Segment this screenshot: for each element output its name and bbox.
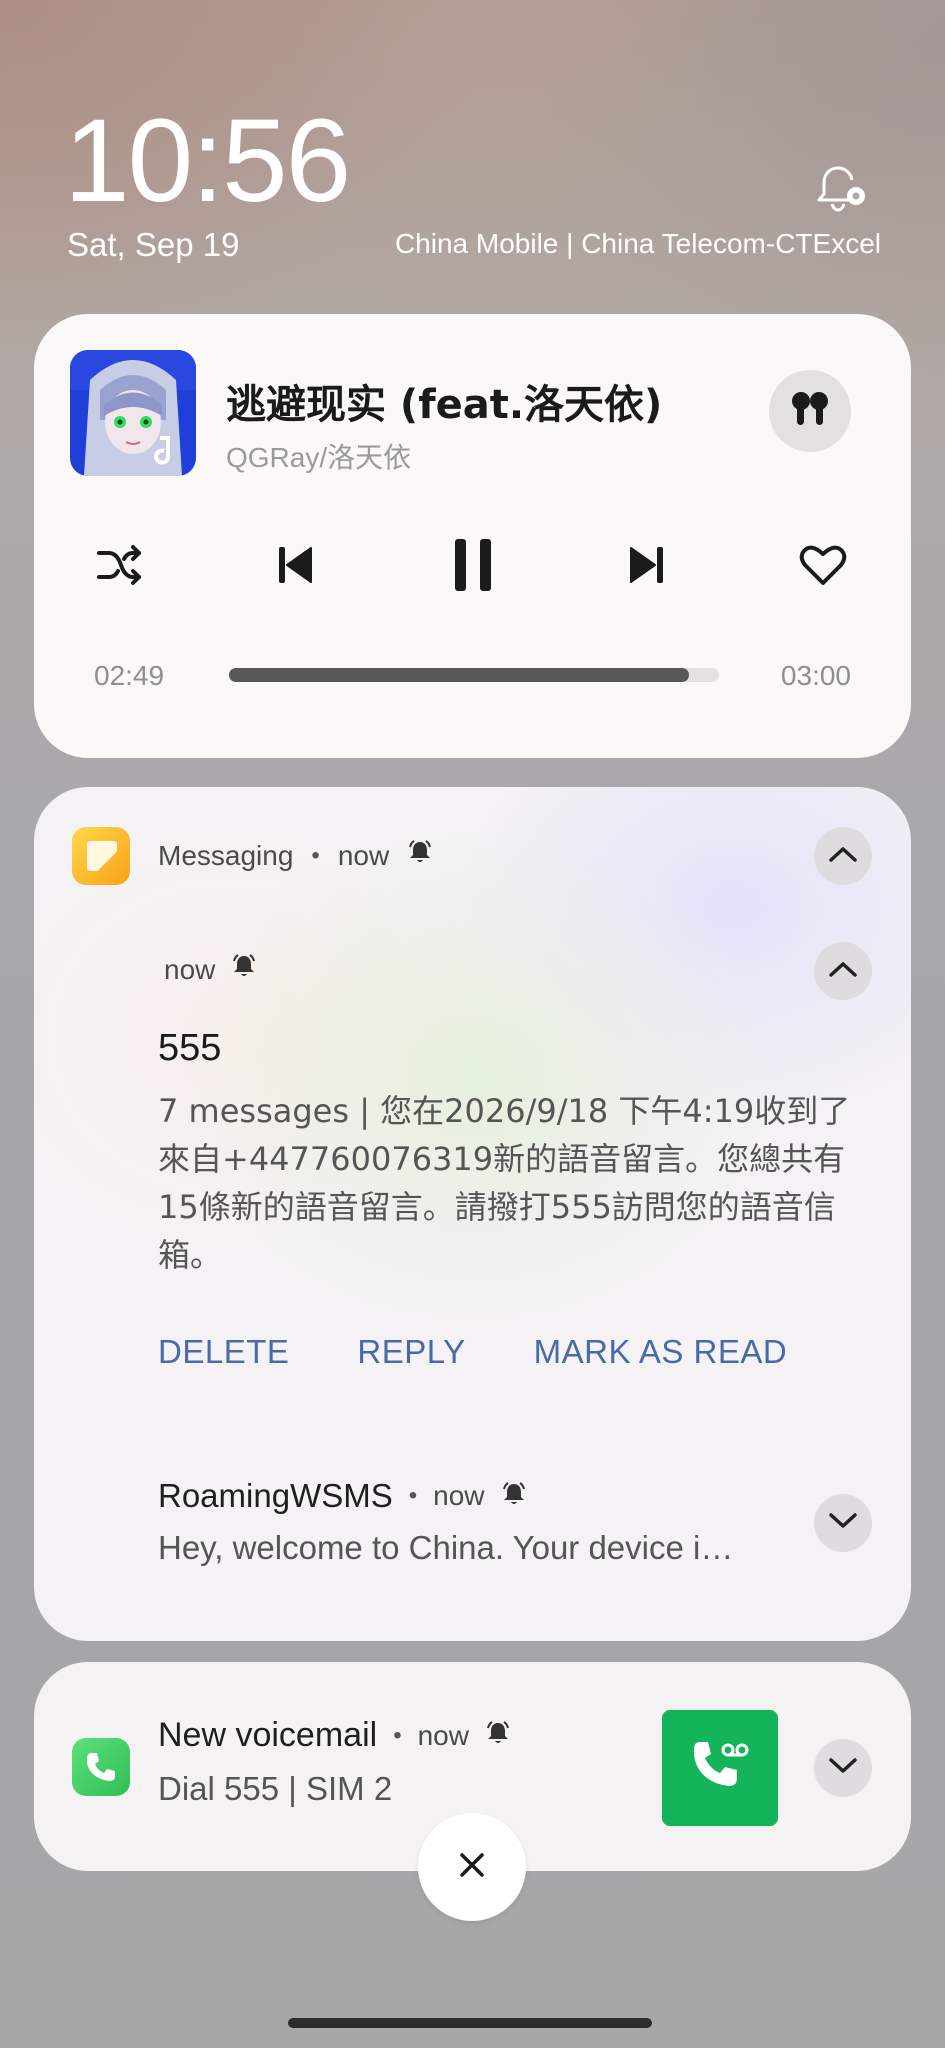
thread-header: now <box>164 953 257 986</box>
messaging-app-icon <box>72 827 130 885</box>
heart-icon <box>799 543 847 592</box>
pause-button[interactable] <box>438 532 508 602</box>
collapse-thread-button[interactable] <box>814 942 872 1000</box>
collapse-group-button[interactable] <box>814 827 872 885</box>
chevron-up-icon <box>828 960 858 983</box>
roaming-header: RoamingWSMS • now <box>158 1477 527 1515</box>
message-body: 7 messages | 您在2026/9/18 下午4:19收到了來自+447… <box>158 1092 851 1274</box>
alert-bell-icon <box>501 1481 527 1512</box>
expand-voicemail-button[interactable] <box>814 1739 872 1797</box>
favorite-button[interactable] <box>788 532 858 602</box>
album-art[interactable] <box>70 350 196 476</box>
total-time: 03:00 <box>780 660 851 691</box>
delete-button[interactable]: DELETE <box>158 1333 289 1371</box>
thread-time: now <box>164 953 216 985</box>
shuffle-icon <box>95 543 143 592</box>
home-indicator[interactable] <box>288 2018 652 2028</box>
alert-bell-icon <box>407 839 433 872</box>
separator-dot: • <box>311 841 320 869</box>
playback-progress-fill <box>229 668 690 682</box>
voicemail-call-icon <box>688 1734 752 1803</box>
chevron-down-icon <box>828 1512 858 1535</box>
previous-track-button[interactable] <box>260 532 330 602</box>
chevron-up-icon <box>828 845 858 868</box>
roaming-preview: Hey, welcome to China. Your device i… <box>158 1529 734 1566</box>
notification-settings-icon[interactable] <box>812 160 868 216</box>
voicemail-time: now <box>417 1719 469 1751</box>
playback-progress-bar[interactable] <box>229 668 719 682</box>
voicemail-header: New voicemail • now <box>158 1716 511 1755</box>
chevron-down-icon <box>828 1757 858 1780</box>
lockscreen-clock: 10:56 <box>64 95 351 227</box>
earbuds-icon <box>788 389 832 434</box>
mark-as-read-button[interactable]: MARK AS READ <box>534 1333 788 1371</box>
roaming-time: now <box>433 1480 485 1511</box>
alert-bell-icon <box>231 953 257 986</box>
roaming-sender: RoamingWSMS <box>158 1477 393 1514</box>
notification-actions: DELETE REPLY MARK AS READ <box>158 1333 787 1371</box>
pause-icon <box>451 537 495 598</box>
voicemail-title: New voicemail <box>158 1716 378 1754</box>
reply-button[interactable]: REPLY <box>357 1333 465 1371</box>
shuffle-button[interactable] <box>84 532 154 602</box>
separator-dot: • <box>393 1721 402 1749</box>
media-player-card: 逃避现实 (feat.洛天依) QGRay/洛天依 02:49 03:00 <box>34 314 911 758</box>
clear-all-button[interactable] <box>418 1813 526 1921</box>
song-artist: QGRay/洛天依 <box>226 442 412 473</box>
lockscreen-date: Sat, Sep 19 <box>67 226 240 263</box>
phone-app-icon <box>72 1738 130 1796</box>
messaging-notification-card[interactable]: Messaging • now now 555 7 messages | 您在2… <box>34 787 911 1641</box>
expand-roaming-button[interactable] <box>814 1494 872 1552</box>
voicemail-subtitle: Dial 555 | SIM 2 <box>158 1770 393 1807</box>
song-title: 逃避现实 (feat.洛天依) <box>226 382 663 428</box>
previous-icon <box>275 545 315 590</box>
close-icon <box>457 1850 487 1885</box>
next-track-button[interactable] <box>612 532 682 602</box>
app-name: Messaging <box>158 839 294 871</box>
elapsed-time: 02:49 <box>94 660 165 691</box>
message-sender: 555 <box>158 1027 222 1069</box>
notification-time: now <box>337 839 390 871</box>
messaging-header: Messaging • now <box>158 839 433 872</box>
carrier-names: China Mobile | China Telecom-CTExcel <box>394 228 881 259</box>
call-voicemail-button[interactable] <box>662 1710 778 1826</box>
output-device-button[interactable] <box>769 370 851 452</box>
alert-bell-icon <box>485 1720 511 1751</box>
separator-dot: • <box>408 1482 418 1509</box>
next-icon <box>627 545 667 590</box>
